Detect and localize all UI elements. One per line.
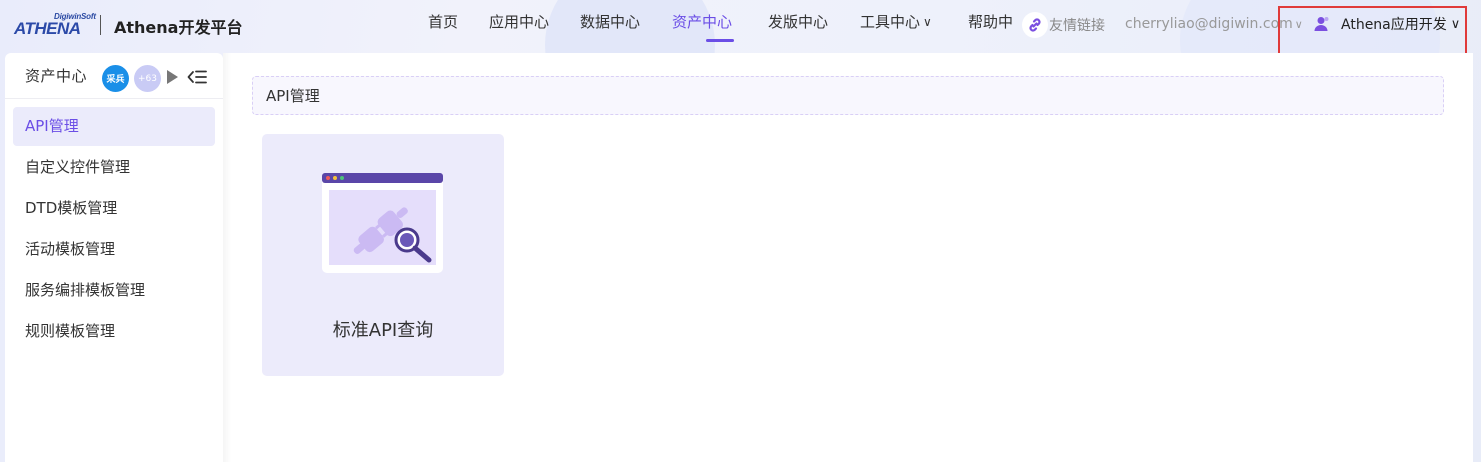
friend-link[interactable]: 友情链接 xyxy=(1022,10,1105,40)
sidebar-menu: API管理 自定义控件管理 DTD模板管理 活动模板管理 服务编排模板管理 规则… xyxy=(5,99,223,361)
avatar-more-count[interactable]: +63 xyxy=(134,65,161,92)
sidebar-item-rule-templates[interactable]: 规则模板管理 xyxy=(13,312,215,351)
sidebar-item-custom-controls[interactable]: 自定义控件管理 xyxy=(13,148,215,187)
standard-api-query-card[interactable]: 标准API查询 xyxy=(262,134,504,376)
main-content: API管理 标准API查询 xyxy=(223,53,1473,462)
friend-link-label: 友情链接 xyxy=(1049,18,1105,34)
panel-shadow xyxy=(223,53,231,462)
chevron-down-icon: ∨ xyxy=(923,15,932,29)
user-name: Athena应用开发 xyxy=(1341,17,1447,33)
account-email-dropdown[interactable]: cherryliao@digiwin.com ∨ xyxy=(1125,16,1303,32)
nav-label: 工具中心 xyxy=(860,13,921,31)
nav-data-center[interactable]: 数据中心 xyxy=(580,0,672,44)
nav-help-center[interactable]: 帮助中 xyxy=(968,0,1020,44)
account-email: cherryliao@digiwin.com xyxy=(1125,16,1293,32)
main-nav: 首页 应用中心 数据中心 资产中心 发版中心 工具中心 ∨ 帮助中 xyxy=(428,0,1020,48)
sidebar-item-dtd-templates[interactable]: DTD模板管理 xyxy=(13,189,215,228)
user-menu[interactable]: Athena应用开发 ∨ xyxy=(1313,14,1460,34)
nav-label: 数据中心 xyxy=(580,13,641,31)
avatar[interactable]: 采兵 xyxy=(102,65,129,92)
nav-label: 首页 xyxy=(428,13,459,31)
athena-logo[interactable]: DigiwinSoft ATHENA xyxy=(14,12,96,38)
chevron-down-icon: ∨ xyxy=(1450,16,1461,32)
nav-label: 帮助中 xyxy=(968,13,1014,31)
logo-divider xyxy=(100,15,101,35)
breadcrumb: API管理 xyxy=(252,76,1444,115)
nav-tool-center[interactable]: 工具中心 ∨ xyxy=(860,0,968,44)
sidebar-header: 资产中心 采兵 +63 xyxy=(5,53,223,99)
nav-home[interactable]: 首页 xyxy=(428,0,489,44)
collapse-sidebar-icon[interactable] xyxy=(187,68,207,86)
plug-search-icon xyxy=(322,173,443,273)
top-header: DigiwinSoft ATHENA Athena开发平台 首页 应用中心 数据… xyxy=(0,0,1481,56)
sidebar: 资产中心 采兵 +63 API管理 自定义控件管理 DTD模板管理 活动模板管理… xyxy=(5,53,223,462)
sidebar-item-orchestration-templates[interactable]: 服务编排模板管理 xyxy=(13,271,215,310)
sidebar-item-activity-templates[interactable]: 活动模板管理 xyxy=(13,230,215,269)
logo-text: ATHENA xyxy=(14,19,81,38)
page-title: API管理 xyxy=(266,87,320,105)
app-title: Athena开发平台 xyxy=(114,18,243,37)
sidebar-title: 资产中心 xyxy=(25,67,88,85)
nav-release-center[interactable]: 发版中心 xyxy=(768,0,860,44)
link-icon xyxy=(1022,12,1048,38)
user-icon xyxy=(1314,17,1329,31)
nav-label: 应用中心 xyxy=(489,13,550,31)
nav-label: 发版中心 xyxy=(768,13,829,31)
nav-asset-center[interactable]: 资产中心 xyxy=(672,0,768,44)
nav-label: 资产中心 xyxy=(672,13,733,31)
nav-app-center[interactable]: 应用中心 xyxy=(489,0,580,44)
sidebar-item-api[interactable]: API管理 xyxy=(13,107,215,146)
play-icon[interactable] xyxy=(167,70,178,84)
card-title: 标准API查询 xyxy=(332,320,434,341)
